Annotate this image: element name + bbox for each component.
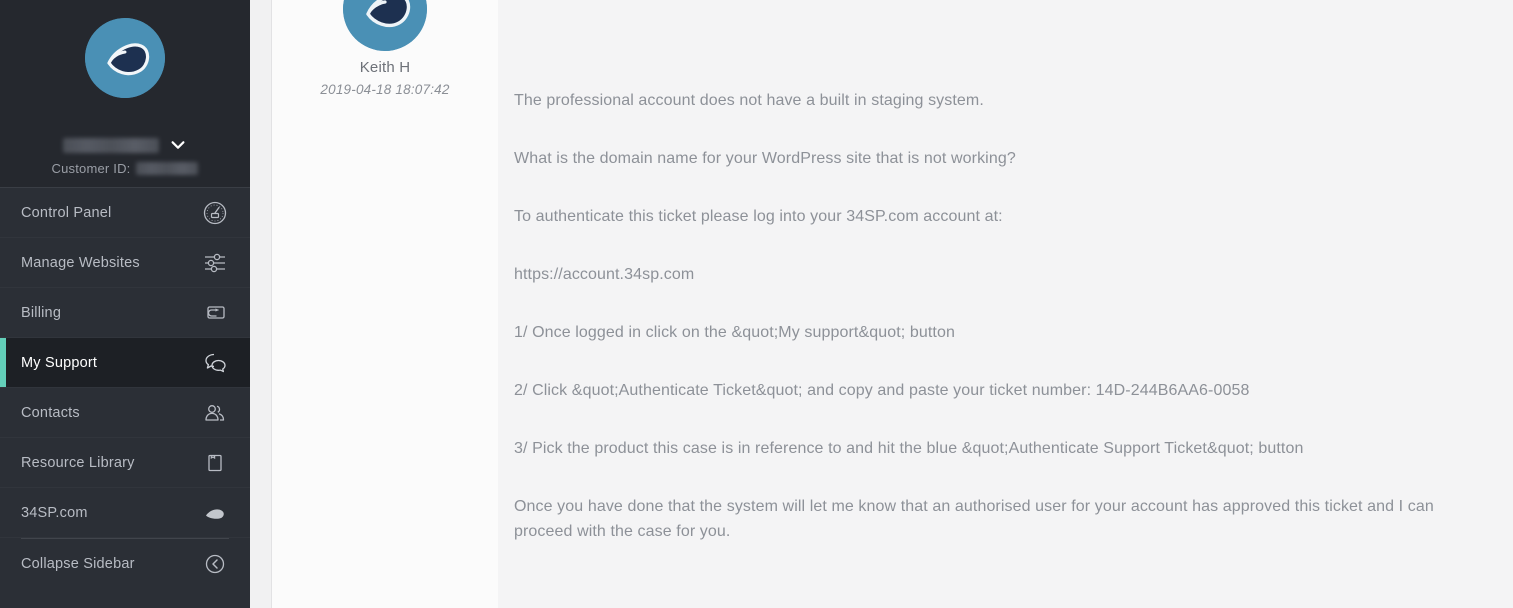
sidebar-item-label: My Support bbox=[21, 354, 98, 371]
sidebar-item-34sp-com[interactable]: 34SP.com bbox=[0, 488, 250, 538]
sidebar-item-control-panel[interactable]: Control Panel bbox=[0, 188, 250, 238]
message-paragraph-step-1: 1/ Once logged in click on the &quot;My … bbox=[514, 324, 955, 341]
message-paragraph: What is the domain name for your WordPre… bbox=[514, 150, 1016, 167]
sidebar-item-my-support[interactable]: My Support bbox=[0, 338, 250, 388]
collapse-sidebar-button[interactable]: Collapse Sidebar bbox=[0, 539, 250, 589]
message-paragraph: To authenticate this ticket please log i… bbox=[514, 208, 1003, 225]
message-timestamp: 2019-04-18 18:07:42 bbox=[320, 82, 450, 97]
sidebar-item-label: Control Panel bbox=[21, 204, 112, 221]
message-avatar bbox=[272, 0, 498, 51]
book-icon bbox=[202, 450, 228, 476]
sidebar-item-billing[interactable]: Billing bbox=[0, 288, 250, 338]
sidebar-item-label: Billing bbox=[21, 304, 62, 321]
account-name-redacted bbox=[63, 137, 159, 153]
collapse-sidebar-label: Collapse Sidebar bbox=[21, 556, 135, 572]
message-paragraph: Once you have done that the system will … bbox=[514, 498, 1434, 540]
ticket-message-card: Keith H 2019-04-18 18:07:42 The professi… bbox=[271, 0, 1513, 608]
sidebar-item-manage-websites[interactable]: Manage Websites bbox=[0, 238, 250, 288]
teardrop-logo-icon bbox=[85, 18, 165, 98]
sidebar-item-label: Resource Library bbox=[21, 454, 135, 471]
sidebar-item-contacts[interactable]: Contacts bbox=[0, 388, 250, 438]
account-avatar bbox=[85, 18, 165, 98]
sliders-icon bbox=[202, 250, 228, 276]
chevron-down-icon[interactable] bbox=[169, 136, 187, 154]
message-paragraph-url: https://account.34sp.com bbox=[514, 266, 695, 283]
credit-card-icon bbox=[202, 300, 228, 326]
sidebar-item-resource-library[interactable]: Resource Library bbox=[0, 438, 250, 488]
message-paragraph-step-3: 3/ Pick the product this case is in refe… bbox=[514, 440, 1304, 457]
gauge-icon bbox=[202, 200, 228, 226]
people-icon bbox=[202, 400, 228, 426]
main-content: Keith H 2019-04-18 18:07:42 The professi… bbox=[250, 0, 1513, 608]
customer-id: Customer ID: bbox=[0, 161, 250, 176]
chat-bubbles-icon bbox=[202, 350, 228, 376]
message-meta: Keith H 2019-04-18 18:07:42 bbox=[272, 0, 498, 608]
sidebar-item-label: 34SP.com bbox=[21, 504, 88, 521]
message-paragraph: The professional account does not have a… bbox=[514, 92, 984, 109]
message-body: The professional account does not have a… bbox=[498, 0, 1513, 608]
customer-id-value-redacted bbox=[136, 162, 199, 175]
sidebar-item-label: Manage Websites bbox=[21, 254, 140, 271]
account-switcher[interactable] bbox=[0, 136, 250, 154]
customer-id-label: Customer ID: bbox=[51, 161, 131, 176]
sidebar-item-label: Contacts bbox=[21, 404, 80, 421]
sidebar-nav: Control Panel Manage Websites Billing My… bbox=[0, 188, 250, 538]
sidebar-header: Customer ID: bbox=[0, 0, 250, 188]
collapse-left-circle-icon[interactable] bbox=[202, 551, 228, 577]
message-author: Keith H bbox=[359, 59, 411, 76]
teardrop-icon bbox=[202, 500, 228, 526]
teardrop-avatar-icon bbox=[343, 0, 427, 51]
app-root: Customer ID: Control Panel Manage Websit… bbox=[0, 0, 1513, 608]
sidebar: Customer ID: Control Panel Manage Websit… bbox=[0, 0, 250, 608]
message-paragraph-step-2: 2/ Click &quot;Authenticate Ticket&quot;… bbox=[514, 382, 1250, 399]
